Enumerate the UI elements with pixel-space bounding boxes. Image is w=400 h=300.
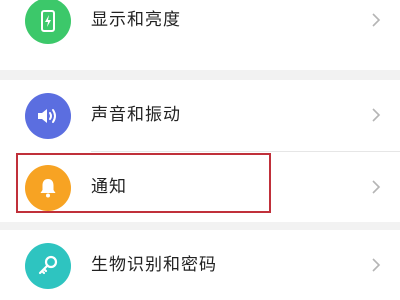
settings-page: 显示和亮度 声音和振动 通知 生物识别和密码 [0,0,400,300]
settings-item-label: 声音和振动 [91,105,181,125]
settings-item-notifications[interactable]: 通知 [0,152,400,222]
bell-icon [25,165,71,211]
settings-group-sound-notify: 声音和振动 通知 [0,80,400,222]
settings-group-display: 显示和亮度 [0,0,400,70]
settings-item-display[interactable]: 显示和亮度 [0,0,400,55]
speaker-icon [25,93,71,139]
settings-item-sound[interactable]: 声音和振动 [0,80,400,150]
phone-brightness-icon [25,0,71,44]
settings-group-security: 生物识别和密码 [0,230,400,300]
chevron-right-icon [372,108,381,122]
chevron-right-icon [372,180,381,194]
settings-item-label: 显示和亮度 [91,10,181,30]
settings-item-label: 通知 [91,177,127,197]
settings-item-label: 生物识别和密码 [91,255,217,275]
chevron-right-icon [372,13,381,27]
key-icon [25,243,71,289]
chevron-right-icon [372,258,381,272]
settings-item-biometrics[interactable]: 生物识别和密码 [0,230,400,300]
